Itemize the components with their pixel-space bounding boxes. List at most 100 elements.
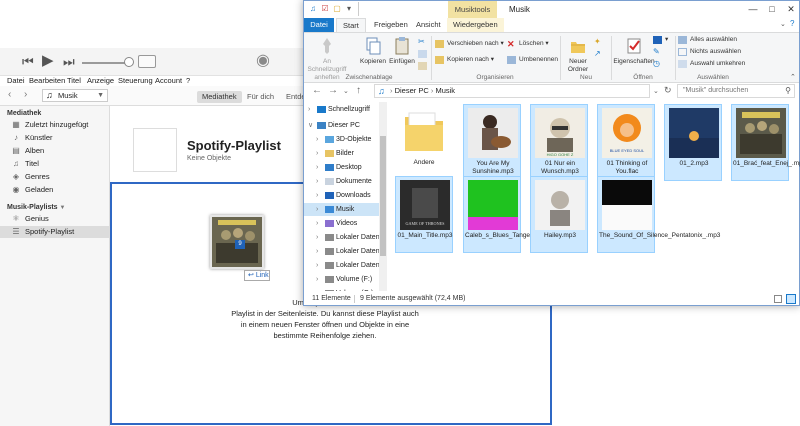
tab-start[interactable]: Start	[336, 18, 366, 32]
sidebar-item-genres[interactable]: ◈ Genres	[10, 171, 108, 183]
customize-quick-icon[interactable]: ▾	[344, 4, 354, 14]
file-item[interactable]: 01_Brać_feat_Enej_.mp3	[731, 104, 800, 181]
tab-fuer-dich[interactable]: Für dich	[242, 91, 279, 103]
menu-help[interactable]: ?	[186, 76, 190, 85]
collapsed-chevron-icon[interactable]: ›	[316, 147, 318, 160]
volume-knob[interactable]	[124, 57, 134, 67]
back-arrow-icon[interactable]: ‹	[8, 89, 11, 100]
maximize-icon[interactable]: □	[765, 3, 779, 15]
previous-icon[interactable]: ⏮	[22, 55, 34, 69]
navigation-scrollbar[interactable]	[379, 102, 387, 291]
tab-wiedergeben[interactable]: Wiedergeben	[447, 18, 504, 32]
sidebar-item-titles[interactable]: ♫ Titel	[10, 158, 108, 170]
volume-slider[interactable]	[82, 62, 130, 64]
tab-freigeben[interactable]: Freigeben	[368, 18, 414, 32]
address-input[interactable]: ♫ › Dieser PC › Musik	[374, 84, 650, 98]
move-to-button[interactable]: Verschieben nach ▾	[435, 39, 504, 49]
expanded-chevron-icon[interactable]: ∨	[308, 119, 313, 132]
properties-button[interactable]: Eigenschaften	[612, 36, 656, 66]
tab-ansicht[interactable]: Ansicht	[410, 18, 447, 32]
address-dropdown-icon[interactable]: ⌄	[653, 87, 659, 95]
sidebar-item-spotify-playlist[interactable]: ☰ Spotify-Playlist	[0, 226, 109, 238]
sidebar-item-genius[interactable]: ⚛ Genius	[10, 213, 108, 225]
scrollbar-thumb[interactable]	[380, 136, 386, 256]
paste-shortcut-button[interactable]	[418, 61, 430, 71]
open-button[interactable]: ▾	[653, 35, 668, 45]
menu-account[interactable]: Account	[155, 76, 182, 85]
nav-item-volume-f[interactable]: › Volume (F:)	[304, 273, 379, 286]
nav-item-dokumente[interactable]: › Dokumente	[304, 175, 379, 188]
forward-arrow-icon[interactable]: ›	[24, 89, 27, 100]
file-item[interactable]: You Are My Sunshine.mp3	[463, 104, 521, 181]
file-item[interactable]: GAME OF THRONES 01_Main_Title.mp3	[395, 176, 453, 253]
sidebar-header-playlists[interactable]: Musik-Playlists ▼	[7, 204, 65, 211]
file-item[interactable]: 01_2.mp3	[664, 104, 722, 181]
nav-item-musik[interactable]: › Musik	[304, 203, 379, 216]
search-input[interactable]: "Musik" durchsuchen ⚲	[677, 84, 795, 98]
properties-quick-icon[interactable]: ☑	[320, 4, 330, 14]
nav-item-desktop[interactable]: › Desktop	[304, 161, 379, 174]
media-type-select[interactable]: ♫ Musik ▼	[42, 89, 108, 102]
nav-item-dieser-pc[interactable]: ∨ Dieser PC	[304, 119, 379, 132]
sidebar-item-artists[interactable]: ♪ Künstler	[10, 132, 108, 144]
chevron-down-icon[interactable]: ⌄	[780, 20, 786, 28]
collapsed-chevron-icon[interactable]: ›	[316, 175, 318, 188]
help-icon[interactable]: ?	[790, 19, 794, 28]
minimize-icon[interactable]: —	[746, 3, 760, 15]
collapsed-chevron-icon[interactable]: ›	[316, 189, 318, 202]
file-item[interactable]: The_Sound_Of_Silence_Pentatonix_.mp3	[597, 176, 720, 253]
cut-button[interactable]: ✂	[418, 37, 430, 47]
nav-item-volume-g[interactable]: › Volume (G:)	[304, 287, 379, 291]
nav-item-lokaler-datentr[interactable]: › Lokaler Datentr	[304, 231, 384, 244]
up-arrow-icon[interactable]: ↑	[356, 85, 361, 96]
collapsed-chevron-icon[interactable]: ›	[316, 231, 318, 244]
new-folder-button[interactable]: Neuer Ordner	[562, 36, 594, 74]
sidebar-item-albums[interactable]: ▤ Alben	[10, 145, 108, 157]
airplay-icon[interactable]	[138, 55, 156, 68]
next-icon[interactable]: ⏭	[63, 55, 75, 69]
collapsed-chevron-icon[interactable]: ›	[316, 203, 318, 216]
collapsed-chevron-icon[interactable]: ›	[316, 273, 318, 286]
large-icons-view-icon[interactable]	[786, 294, 796, 304]
forward-arrow-icon[interactable]: →	[328, 85, 338, 96]
select-none-button[interactable]: Nichts auswählen	[678, 47, 741, 57]
tab-mediathek[interactable]: Mediathek	[197, 91, 242, 103]
sidebar-item-downloaded[interactable]: ◉ Geladen	[10, 184, 108, 196]
menu-steuerung[interactable]: Steuerung	[118, 76, 153, 85]
collapsed-chevron-icon[interactable]: ›	[316, 259, 318, 272]
file-item[interactable]: Hailey.mp3	[530, 176, 588, 253]
collapse-ribbon-icon[interactable]: ⌃	[790, 73, 796, 81]
nav-item-lokaler-datentr[interactable]: › Lokaler Datentr	[304, 245, 384, 258]
copy-path-button[interactable]	[418, 49, 430, 59]
tab-datei[interactable]: Datei	[304, 18, 334, 32]
menu-datei[interactable]: Datei	[7, 76, 25, 85]
new-item-button[interactable]: ✦	[594, 37, 606, 47]
file-item[interactable]: BLUE EYED SOUL 01 Thinking of You.flac	[597, 104, 655, 181]
refresh-icon[interactable]: ↻	[664, 85, 672, 96]
new-folder-quick-icon[interactable]: ▢	[332, 4, 342, 14]
collapsed-chevron-icon[interactable]: ›	[316, 161, 318, 174]
collapsed-chevron-icon[interactable]: ›	[316, 133, 318, 146]
menu-titel[interactable]: Titel	[67, 76, 81, 85]
breadcrumb-this-pc[interactable]: Dieser PC	[395, 86, 429, 95]
menu-anzeige[interactable]: Anzeige	[87, 76, 114, 85]
collapsed-chevron-icon[interactable]: ›	[316, 217, 318, 230]
nav-item-lokaler-datentr[interactable]: › Lokaler Datentr	[304, 259, 384, 272]
sidebar-item-recent[interactable]: ▦ Zuletzt hinzugefügt	[10, 119, 108, 131]
file-item[interactable]: HIGO GOHE Z 01 Nur ein Wunsch.mp3	[530, 104, 588, 181]
collapsed-chevron-icon[interactable]: ›	[316, 245, 318, 258]
play-icon[interactable]: ▶	[42, 53, 54, 68]
nav-item-downloads[interactable]: › Downloads	[304, 189, 379, 202]
nav-item-3d-objekte[interactable]: › 3D-Objekte	[304, 133, 379, 146]
delete-button[interactable]: ✕ Löschen ▾	[507, 39, 549, 49]
back-arrow-icon[interactable]: ←	[312, 85, 322, 96]
history-button[interactable]: ◷	[653, 59, 665, 69]
collapsed-chevron-icon[interactable]: ›	[308, 103, 310, 116]
invert-selection-button[interactable]: Auswahl umkehren	[678, 59, 745, 69]
breadcrumb-music[interactable]: Musik	[435, 86, 455, 95]
folder-item[interactable]: Andere	[395, 104, 453, 181]
paste-button[interactable]: Einfügen	[388, 36, 416, 66]
easy-access-button[interactable]: ↗	[594, 49, 606, 59]
nav-item-schnellzugriff[interactable]: › Schnellzugriff	[304, 103, 379, 116]
copy-button[interactable]: Kopieren	[359, 36, 387, 66]
